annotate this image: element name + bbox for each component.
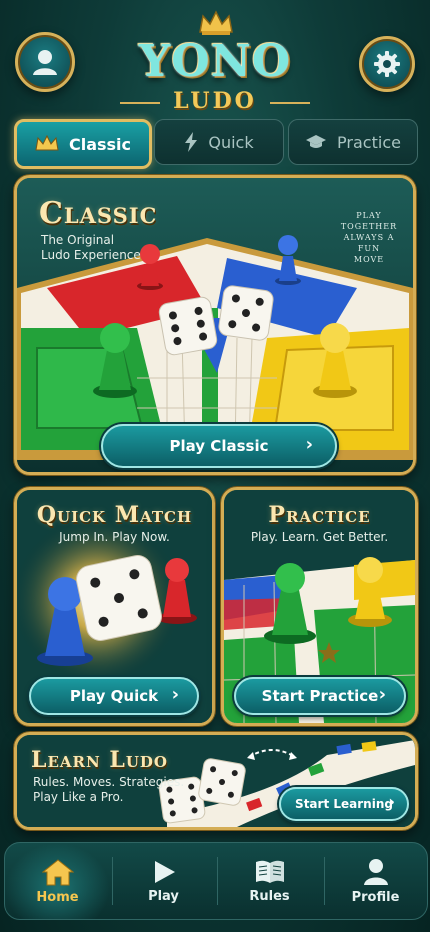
nav-home[interactable]: Home <box>5 843 110 919</box>
practice-title: Practice <box>268 502 371 528</box>
tab-classic[interactable]: Classic <box>14 119 152 169</box>
header: YONO LUDO <box>0 0 430 115</box>
tab-quick-label: Quick <box>208 132 254 152</box>
nav-profile[interactable]: Profile <box>323 843 428 919</box>
play-classic-label: Play Classic <box>169 437 269 455</box>
home-icon <box>41 858 74 885</box>
nav-profile-label: Profile <box>351 889 400 905</box>
chevron-right-icon: › <box>171 684 179 705</box>
classic-tagline: PLAY TOGETHER ALWAYS A FUN MOVE <box>331 210 407 265</box>
tab-practice-label: Practice <box>337 132 401 152</box>
nav-play-label: Play <box>148 888 179 904</box>
person-icon <box>363 858 388 885</box>
tagline-line-2: TOGETHER <box>340 222 398 231</box>
tagline-line-3: ALWAYS A FUN <box>343 233 395 253</box>
tab-classic-label: Classic <box>68 134 132 154</box>
nav-rules-label: Rules <box>249 888 290 904</box>
mode-tabs: Classic Quick Practice <box>14 119 418 169</box>
classic-subtitle-1: The Original <box>41 233 115 247</box>
profile-avatar-button[interactable] <box>15 32 75 92</box>
classic-subtitle-2: Ludo Experience <box>41 248 141 262</box>
classic-card[interactable]: Classic The Original Ludo Experience PLA… <box>14 175 416 475</box>
tab-quick[interactable]: Quick <box>154 119 284 165</box>
user-icon <box>33 50 57 75</box>
learn-ludo-title: Learn Ludo <box>31 747 168 773</box>
brand-subtitle: LUDO <box>173 88 257 114</box>
start-practice-button[interactable]: Start Practice › <box>234 677 406 715</box>
graduation-cap-icon <box>306 135 327 148</box>
learn-ludo-card[interactable]: Learn Ludo Rules. Moves. Strategies. Pla… <box>14 732 418 830</box>
crown-logo-icon <box>199 10 233 35</box>
chevron-right-icon: › <box>378 684 386 705</box>
settings-button[interactable] <box>359 36 415 92</box>
play-classic-button[interactable]: Play Classic › <box>101 424 337 468</box>
practice-subtitle: Play. Learn. Get Better. <box>250 530 389 544</box>
classic-title: Classic <box>39 196 158 231</box>
chevron-right-icon: › <box>388 792 395 811</box>
quick-match-title: Quick Match <box>36 502 193 528</box>
crown-icon <box>35 135 59 151</box>
nav-home-label: Home <box>36 889 79 905</box>
learn-subtitle-1: Rules. Moves. Strategies. <box>33 775 185 789</box>
tagline-line-4: MOVE <box>353 255 385 264</box>
tab-practice[interactable]: Practice <box>288 119 418 165</box>
practice-card[interactable]: Practice Play. Learn. Get Better. Start … <box>221 487 418 726</box>
start-practice-label: Start Practice <box>261 687 379 705</box>
start-learning-label: Start Learning <box>295 797 393 811</box>
brand-title: YONO <box>138 36 292 87</box>
nav-play[interactable]: Play <box>111 843 216 919</box>
bottom-navigation: Home Play Rules Profile <box>4 842 428 920</box>
brand-logo: YONO LUDO <box>100 10 330 114</box>
learn-subtitle-2: Play Like a Pro. <box>33 790 124 804</box>
chevron-right-icon: › <box>305 434 313 455</box>
play-quick-button[interactable]: Play Quick › <box>29 677 199 715</box>
start-learning-button[interactable]: Start Learning › <box>279 787 409 821</box>
play-icon <box>154 860 175 883</box>
nav-rules[interactable]: Rules <box>217 843 322 919</box>
lightning-icon <box>185 132 198 152</box>
gear-icon <box>374 51 400 77</box>
quick-match-subtitle: Jump In. Play Now. <box>59 530 170 544</box>
play-quick-label: Play Quick <box>69 687 159 705</box>
book-icon <box>255 860 284 883</box>
quick-match-card[interactable]: Quick Match Jump In. Play Now. Play Quic… <box>14 487 215 726</box>
tagline-line-1: PLAY <box>356 211 382 220</box>
